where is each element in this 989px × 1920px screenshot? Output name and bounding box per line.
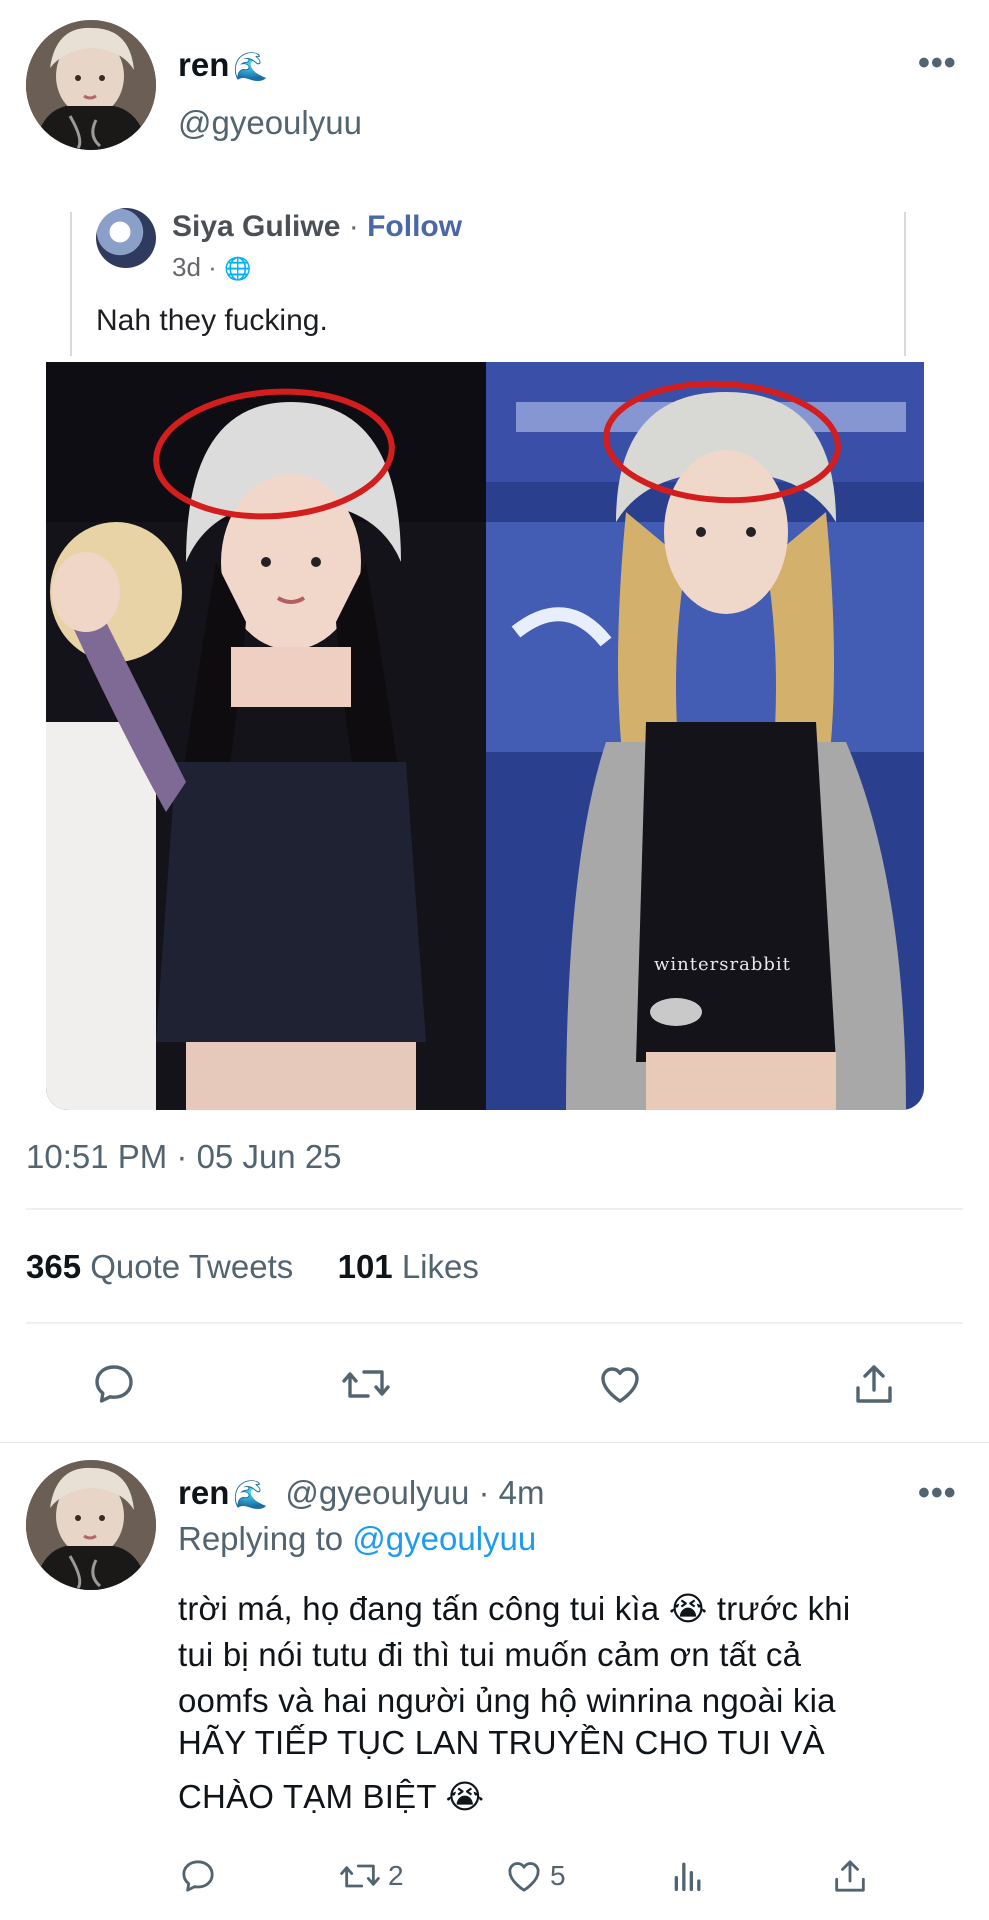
reply-text-line: tui bị nói tutu đi thì tui muốn cảm ơn t… [178, 1636, 802, 1673]
retweet-icon [340, 1864, 380, 1888]
reply-author-avatar[interactable] [26, 1460, 156, 1590]
image-watermark: wintersrabbit [654, 954, 791, 975]
reply-more-options-button[interactable]: ••• [918, 1474, 957, 1513]
divider [26, 1208, 963, 1210]
globe-icon: 🌐 [224, 256, 252, 281]
like-count[interactable]: 101 [338, 1248, 393, 1285]
embedded-post-text: Nah they fucking. [96, 304, 328, 337]
share-icon [835, 1860, 865, 1892]
replying-to: Replying to @gyeoulyuu [178, 1520, 536, 1558]
quote-label[interactable]: Quote Tweets [90, 1248, 293, 1285]
reply-text-line: trời má, họ đang tấn công tui kìa 😭 trướ… [178, 1590, 851, 1627]
like-button[interactable] [596, 1360, 644, 1408]
embedded-separator: · [348, 210, 359, 243]
reply-reply-button[interactable] [178, 1856, 218, 1896]
replying-to-handle[interactable]: @gyeoulyuu [352, 1520, 536, 1557]
share-icon [856, 1365, 892, 1403]
heart-icon [508, 1862, 540, 1892]
reply-header: ren 🌊 @gyeoulyuu · 4m [178, 1474, 545, 1512]
embedded-follow-link: Follow [367, 210, 463, 243]
author-handle[interactable]: @gyeoulyuu [178, 104, 362, 142]
retweet-icon [342, 1370, 390, 1398]
divider [0, 1442, 989, 1443]
more-options-button[interactable]: ••• [918, 44, 957, 83]
tweet-media-image[interactable]: wintersrabbit [46, 362, 924, 1110]
embedded-author-name: Siya Guliwe [172, 210, 341, 243]
reply-button[interactable] [90, 1360, 138, 1408]
analytics-icon [674, 1862, 701, 1891]
reply-text-line: HÃY TIẾP TỤC LAN TRUYỀN CHO TUI VÀ [178, 1724, 825, 1761]
wave-emoji: 🌊 [233, 1479, 269, 1510]
divider [26, 1322, 963, 1324]
comment-icon [95, 1365, 133, 1403]
like-label[interactable]: Likes [402, 1248, 479, 1285]
reply-like-count: 5 [550, 1860, 566, 1891]
heart-icon [601, 1367, 639, 1403]
tweet-stats: 365 Quote Tweets 101 Likes [26, 1248, 479, 1286]
wave-emoji: 🌊 [233, 51, 269, 82]
author-name-text: ren [178, 46, 230, 83]
reply-author-name[interactable]: ren [178, 1474, 229, 1511]
quote-count[interactable]: 365 [26, 1248, 81, 1285]
reply-like-button[interactable]: 5 [504, 1856, 566, 1896]
reply-retweet-count: 2 [388, 1860, 404, 1891]
embedded-author-line: Siya Guliwe · Follow [172, 210, 462, 244]
embedded-avatar [96, 208, 156, 268]
author-name[interactable]: ren 🌊 [178, 46, 268, 84]
embedded-meta: 3d · 🌐 [172, 252, 251, 283]
reply-meta[interactable]: @gyeoulyuu · 4m [285, 1474, 544, 1511]
reply-text-line: CHÀO TẠM BIỆT 😭 [178, 1778, 485, 1815]
comment-icon [182, 1860, 214, 1892]
retweet-button[interactable] [340, 1360, 392, 1408]
analytics-button[interactable] [668, 1856, 708, 1896]
reply-retweet-button[interactable]: 2 [338, 1856, 404, 1896]
reply-text-line: oomfs và hai người ủng hộ winrina ngoài … [178, 1682, 836, 1719]
replying-to-label: Replying to [178, 1520, 344, 1557]
author-avatar[interactable] [26, 20, 156, 150]
reply-share-button[interactable] [830, 1856, 870, 1896]
share-button[interactable] [850, 1360, 898, 1408]
tweet-timestamp[interactable]: 10:51 PM · 05 Jun 25 [26, 1138, 342, 1176]
embedded-age: 3d · [172, 252, 217, 282]
